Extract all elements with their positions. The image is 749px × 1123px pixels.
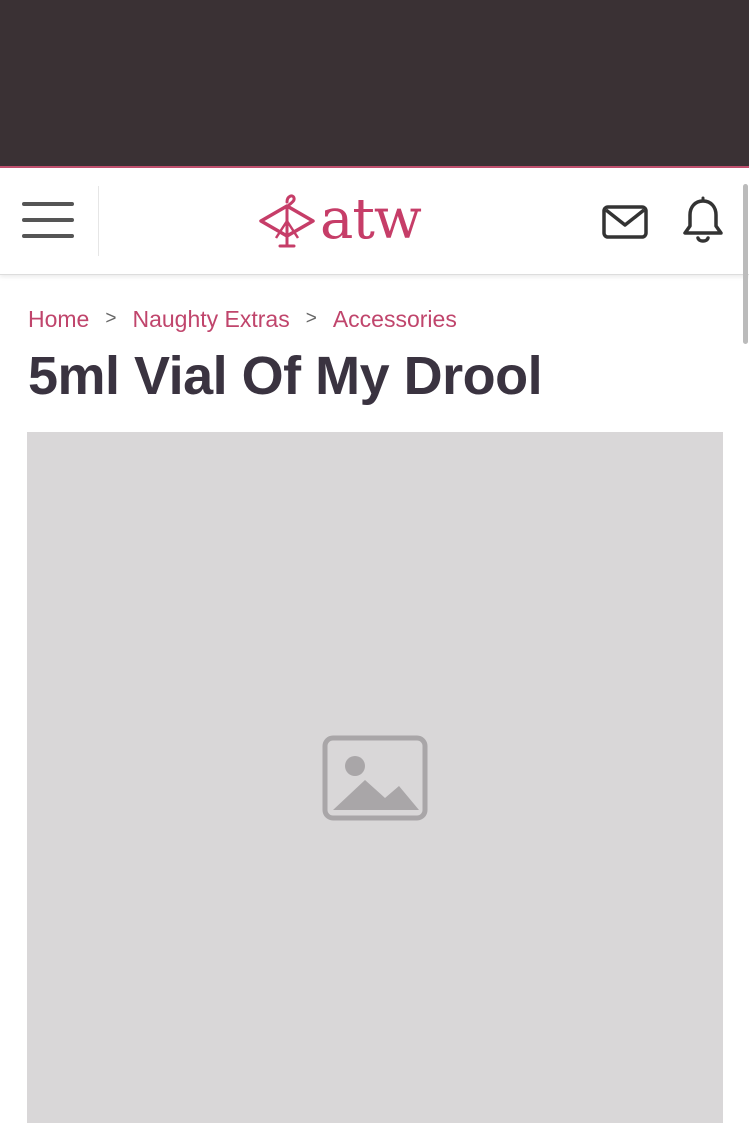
bell-icon	[683, 196, 723, 243]
breadcrumb-separator: >	[105, 308, 117, 329]
hanger-logo-icon	[259, 194, 315, 248]
breadcrumb-item-home[interactable]: Home	[28, 306, 89, 333]
site-logo[interactable]: atw	[258, 187, 422, 252]
breadcrumb-item-naughty-extras[interactable]: Naughty Extras	[132, 306, 289, 333]
scrollbar[interactable]	[743, 184, 748, 344]
notifications-button[interactable]	[680, 196, 726, 246]
top-bar	[0, 0, 749, 168]
logo-text: atw	[320, 187, 422, 252]
image-placeholder-icon	[322, 735, 428, 820]
menu-line	[22, 218, 74, 222]
menu-line	[22, 202, 74, 206]
envelope-icon	[602, 205, 648, 239]
breadcrumb: Home > Naughty Extras > Accessories	[28, 302, 457, 336]
breadcrumb-item-accessories[interactable]: Accessories	[333, 306, 457, 333]
messages-button[interactable]	[600, 202, 650, 242]
header-divider	[98, 186, 99, 256]
menu-button[interactable]	[18, 196, 78, 246]
breadcrumb-separator: >	[305, 308, 317, 329]
page-title: 5ml Vial Of My Drool	[28, 346, 543, 406]
product-image[interactable]	[27, 432, 723, 1123]
site-header: atw	[0, 168, 749, 275]
menu-line	[22, 234, 74, 238]
